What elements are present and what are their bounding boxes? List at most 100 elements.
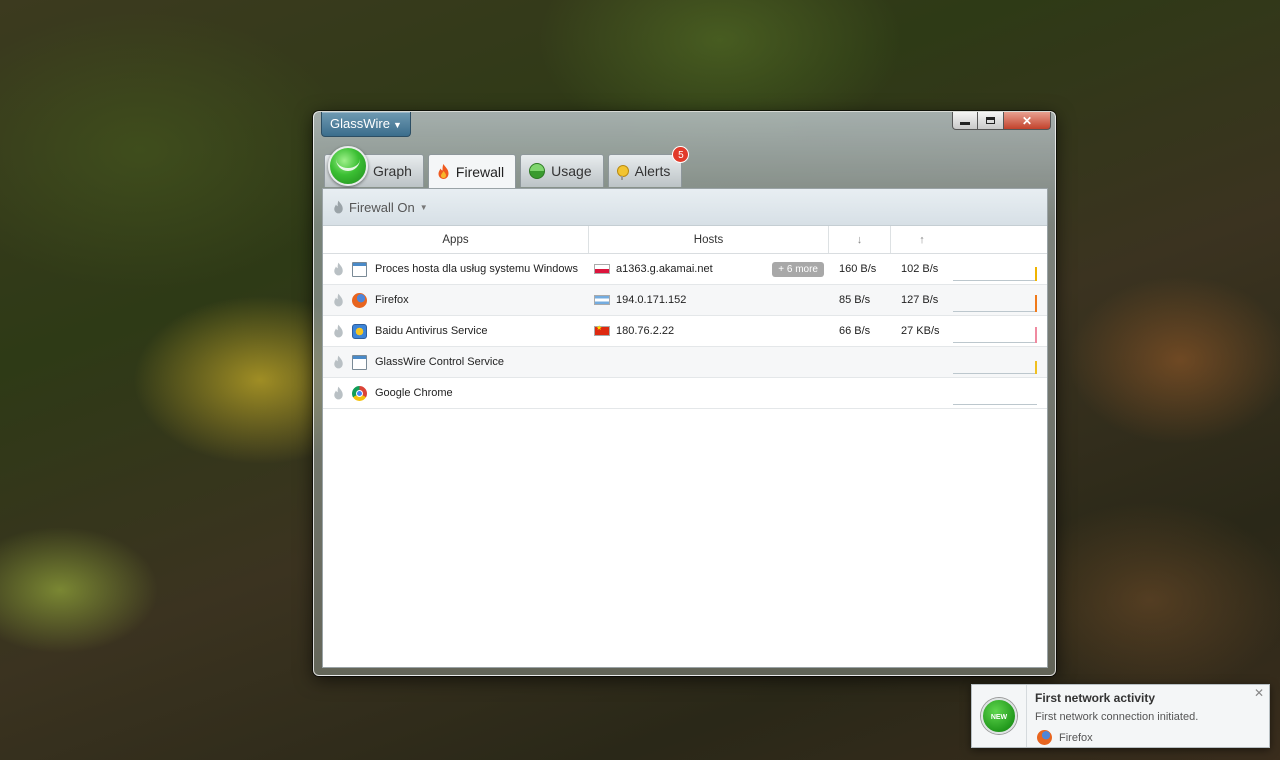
table-row[interactable]: Baidu Antivirus Service 180.76.2.22 66 B…: [323, 316, 1047, 347]
host-name: a1363.g.akamai.net: [616, 263, 713, 275]
table-row[interactable]: Firefox 194.0.171.152 85 B/s 127 B/s: [323, 285, 1047, 316]
app-cell: Baidu Antivirus Service: [323, 323, 589, 339]
chrome-icon: [352, 385, 367, 401]
app-cell: Firefox: [323, 292, 589, 308]
firewall-toggle[interactable]: Firewall On ▼: [333, 200, 428, 215]
column-header-apps[interactable]: Apps: [323, 226, 589, 253]
flame-icon: [438, 164, 449, 179]
upload-rate: 102 B/s: [901, 263, 939, 275]
firefox-icon: [1037, 730, 1052, 745]
table-row[interactable]: GlassWire Control Service: [323, 347, 1047, 378]
flag-pl-icon: [594, 264, 610, 274]
firewall-toolbar: Firewall On ▼: [323, 189, 1047, 226]
minimize-button[interactable]: [952, 112, 978, 130]
maximize-icon: [986, 117, 995, 124]
new-badge-icon: NEW: [981, 698, 1017, 734]
download-rate: 85 B/s: [839, 294, 871, 306]
host-cell: 194.0.171.152: [589, 294, 829, 306]
tab-firewall-label: Firewall: [455, 163, 505, 180]
flame-icon: [334, 200, 343, 214]
upload-rate: 127 B/s: [901, 294, 939, 306]
notification-subtitle: First network connection initiated.: [1035, 711, 1199, 723]
sparkline-baseline: [953, 311, 1037, 312]
notification-divider: [1026, 685, 1027, 747]
table-row[interactable]: Proces hosta dla usług systemu Windows a…: [323, 254, 1047, 285]
column-header-download[interactable]: ↓: [829, 226, 891, 253]
app-cell: GlassWire Control Service: [323, 354, 589, 370]
window-icon: [352, 354, 367, 370]
maximize-button[interactable]: [978, 112, 1004, 130]
notification-close-button[interactable]: ✕: [1254, 686, 1264, 700]
close-icon: ✕: [1021, 113, 1033, 128]
table-header: Apps Hosts ↓ ↑: [323, 226, 1047, 254]
minimize-icon: [960, 122, 970, 125]
download-rate: 160 B/s: [839, 263, 877, 275]
column-header-hosts[interactable]: Hosts: [589, 226, 829, 253]
graph-icon: [328, 146, 368, 186]
download-rate: 66 B/s: [839, 325, 871, 337]
notification-app: Firefox: [1037, 730, 1093, 745]
traffic-sparkline: [953, 285, 1043, 315]
firewall-status-label: Firewall On: [349, 199, 415, 215]
flame-icon[interactable]: [333, 386, 344, 400]
notification-app-name: Firefox: [1059, 731, 1093, 744]
flame-icon[interactable]: [333, 293, 344, 307]
sparkline-bar: [1035, 295, 1037, 312]
bulb-icon: [616, 165, 629, 180]
upload-rate: 27 KB/s: [901, 325, 940, 337]
window-icon: [352, 261, 367, 277]
flag-cn-icon: [594, 324, 610, 336]
host-name: 194.0.171.152: [616, 294, 687, 306]
window-controls: ✕: [952, 112, 1051, 130]
caret-down-icon: ▼: [392, 120, 402, 130]
tab-graph-label: Graph: [373, 163, 412, 179]
close-button[interactable]: ✕: [1004, 112, 1051, 130]
tab-firewall[interactable]: Firewall: [427, 154, 517, 188]
tab-alerts-label: Alerts: [634, 163, 671, 179]
traffic-sparkline: [953, 254, 1043, 284]
app-name: Google Chrome: [375, 387, 453, 399]
host-name: 180.76.2.22: [616, 325, 675, 337]
traffic-sparkline: [953, 316, 1043, 346]
flame-icon[interactable]: [333, 355, 344, 369]
tab-usage-label: Usage: [551, 163, 592, 179]
sparkline-bar: [1035, 361, 1037, 374]
usage-icon: [529, 163, 546, 179]
notification-toast[interactable]: NEW First network activity First network…: [971, 684, 1270, 748]
flame-icon[interactable]: [333, 324, 344, 338]
caret-down-icon: ▼: [419, 202, 428, 212]
flag-ar-icon: [594, 295, 610, 305]
flame-icon[interactable]: [333, 262, 344, 276]
table-row[interactable]: Google Chrome: [323, 378, 1047, 409]
app-name: GlassWire: [330, 116, 390, 131]
firewall-panel: Firewall On ▼ Apps Hosts ↓ ↑ Proces host…: [322, 188, 1048, 668]
host-cell: 180.76.2.22: [589, 324, 829, 337]
sparkline-baseline: [953, 404, 1037, 405]
glasswire-window: GlassWire ▼ ✕ Graph Firewall Usage Alerts…: [313, 111, 1056, 676]
notification-title: First network activity: [1035, 691, 1156, 705]
sparkline-baseline: [953, 342, 1037, 343]
more-hosts-button[interactable]: + 6 more: [772, 261, 824, 277]
sparkline-bar: [1035, 327, 1037, 343]
baidu-icon: [352, 323, 367, 339]
tab-usage[interactable]: Usage: [520, 154, 604, 187]
app-list: Proces hosta dla usług systemu Windows a…: [323, 254, 1047, 409]
alerts-count-badge: 5: [672, 146, 690, 163]
sparkline-bar: [1035, 267, 1037, 281]
sparkline-baseline: [953, 373, 1037, 374]
app-menu-button[interactable]: GlassWire ▼: [321, 112, 411, 137]
tab-alerts[interactable]: Alerts 5: [607, 146, 690, 187]
app-name: GlassWire Control Service: [375, 356, 504, 368]
host-cell: a1363.g.akamai.net + 6 more: [589, 261, 829, 277]
app-name: Firefox: [375, 294, 409, 306]
column-header-upload[interactable]: ↑: [891, 226, 953, 253]
app-name: Proces hosta dla usług systemu Windows: [375, 263, 578, 275]
firefox-icon: [352, 292, 367, 308]
tab-graph[interactable]: Graph: [324, 146, 424, 187]
traffic-sparkline: [953, 347, 1043, 377]
app-name: Baidu Antivirus Service: [375, 325, 488, 337]
tab-bar: Graph Firewall Usage Alerts 5: [324, 146, 690, 188]
app-cell: Google Chrome: [323, 385, 589, 401]
app-cell: Proces hosta dla usług systemu Windows: [323, 261, 589, 277]
traffic-sparkline: [953, 378, 1043, 408]
